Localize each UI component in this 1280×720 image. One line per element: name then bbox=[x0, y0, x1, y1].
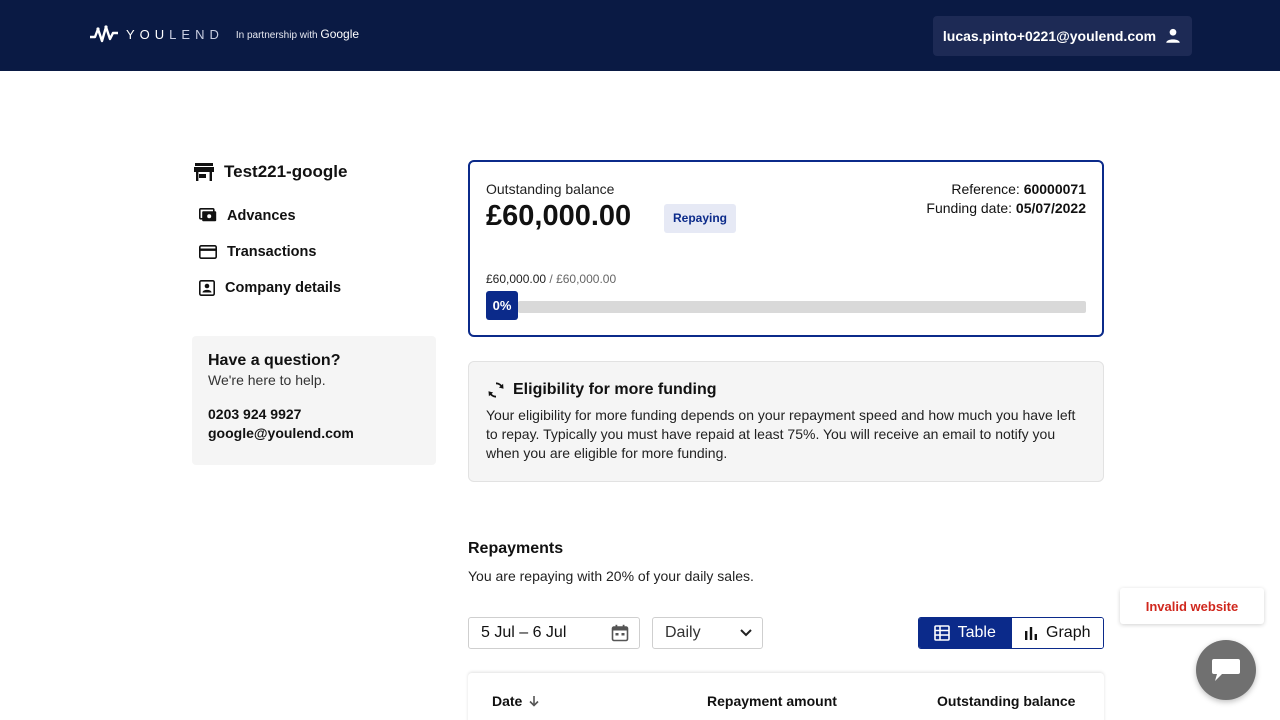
advances-icon bbox=[199, 208, 217, 222]
user-icon bbox=[1166, 28, 1180, 43]
partner-text: In partnership with Google bbox=[235, 27, 360, 41]
reference-row: Reference: 60000071 bbox=[951, 181, 1086, 197]
chevron-down-icon bbox=[740, 629, 752, 637]
arrow-down-icon bbox=[529, 696, 539, 707]
column-header-repayment-amount[interactable]: Repayment amount bbox=[707, 693, 837, 709]
status-badge: Repaying bbox=[664, 204, 737, 233]
bar-chart-icon bbox=[1025, 627, 1038, 640]
partner-name: Google bbox=[320, 27, 360, 41]
table-view-button[interactable]: Table bbox=[919, 618, 1011, 648]
graph-view-button[interactable]: Graph bbox=[1010, 618, 1103, 648]
user-account-button[interactable]: lucas.pinto+0221@youlend.com bbox=[933, 16, 1192, 56]
help-email[interactable]: google@youlend.com bbox=[208, 425, 420, 441]
sidebar-item-transactions[interactable]: Transactions bbox=[199, 244, 316, 260]
date-range-input[interactable]: 5 Jul – 6 Jul bbox=[468, 617, 640, 649]
refresh-icon bbox=[488, 382, 504, 398]
top-navigation-bar: YOULEND In partnership with Google lucas… bbox=[0, 0, 1280, 71]
store-icon bbox=[194, 163, 214, 181]
chat-button[interactable] bbox=[1196, 640, 1256, 700]
outstanding-balance-card: Outstanding balance £60,000.00 Repaying … bbox=[468, 160, 1104, 337]
sidebar-item-advances[interactable]: Advances bbox=[199, 208, 296, 224]
brand-name: YOULEND bbox=[126, 26, 224, 42]
help-card: Have a question? We're here to help. 020… bbox=[192, 336, 436, 465]
youlend-logo-icon bbox=[90, 25, 118, 43]
period-value: Daily bbox=[665, 624, 701, 641]
period-select[interactable]: Daily bbox=[652, 617, 763, 649]
eligibility-title: Eligibility for more funding bbox=[486, 380, 1086, 400]
sidebar-item-company-details[interactable]: Company details bbox=[199, 280, 341, 296]
help-phone[interactable]: 0203 924 9927 bbox=[208, 406, 420, 422]
card-icon bbox=[199, 245, 217, 259]
column-header-date[interactable]: Date bbox=[492, 693, 540, 709]
brand-logo-link[interactable]: YOULEND In partnership with Google bbox=[89, 22, 359, 46]
funding-date-row: Funding date: 05/07/2022 bbox=[926, 200, 1086, 216]
repayments-table-header: Date Repayment amount Outstanding balanc… bbox=[468, 673, 1104, 720]
view-toggle: Table Graph bbox=[918, 617, 1104, 649]
progress-text: £60,000.00 / £60,000.00 bbox=[486, 272, 617, 286]
reference-value: 60000071 bbox=[1023, 181, 1086, 197]
eligibility-card: Eligibility for more funding Your eligib… bbox=[468, 361, 1104, 482]
progress-track bbox=[518, 301, 1086, 313]
chat-icon bbox=[1212, 659, 1240, 681]
repayments-subtitle: You are repaying with 20% of your daily … bbox=[468, 568, 754, 584]
help-title: Have a question? bbox=[208, 352, 341, 369]
progress-percentage: 0% bbox=[486, 291, 518, 320]
company-name-heading: Test221-google bbox=[194, 162, 347, 182]
calendar-icon[interactable] bbox=[611, 624, 629, 642]
column-header-outstanding-balance[interactable]: Outstanding balance bbox=[937, 693, 1075, 709]
contact-icon bbox=[199, 280, 215, 296]
help-subtitle: We're here to help. bbox=[208, 372, 326, 388]
eligibility-body: Your eligibility for more funding depend… bbox=[486, 407, 1076, 461]
repayments-title: Repayments bbox=[468, 540, 564, 557]
user-email: lucas.pinto+0221@youlend.com bbox=[942, 28, 1157, 44]
table-icon bbox=[933, 625, 950, 641]
balance-amount: £60,000.00 bbox=[486, 200, 632, 232]
funding-date-value: 05/07/2022 bbox=[1015, 200, 1086, 216]
invalid-website-toast: Invalid website bbox=[1120, 588, 1264, 624]
date-range-value: 5 Jul – 6 Jul bbox=[481, 624, 567, 641]
balance-label: Outstanding balance bbox=[486, 181, 615, 197]
